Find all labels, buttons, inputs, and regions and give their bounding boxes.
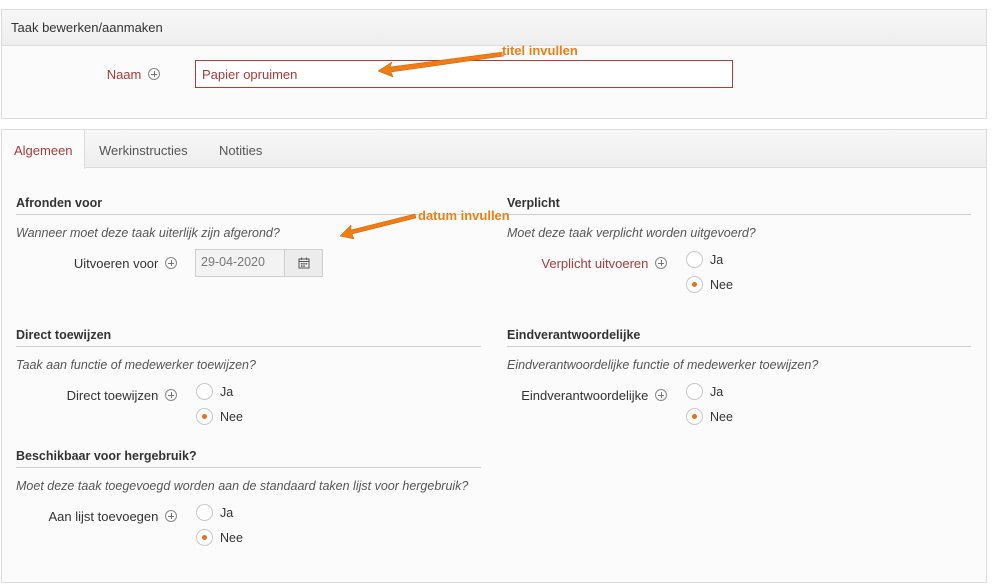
arrow-titel (377, 51, 505, 78)
annotation-titel-invullen: titel invullen (502, 43, 578, 58)
annotation-arrows (339, 51, 505, 240)
annotation-datum-invullen: datum invullen (418, 208, 510, 223)
arrow-datum (339, 213, 417, 240)
